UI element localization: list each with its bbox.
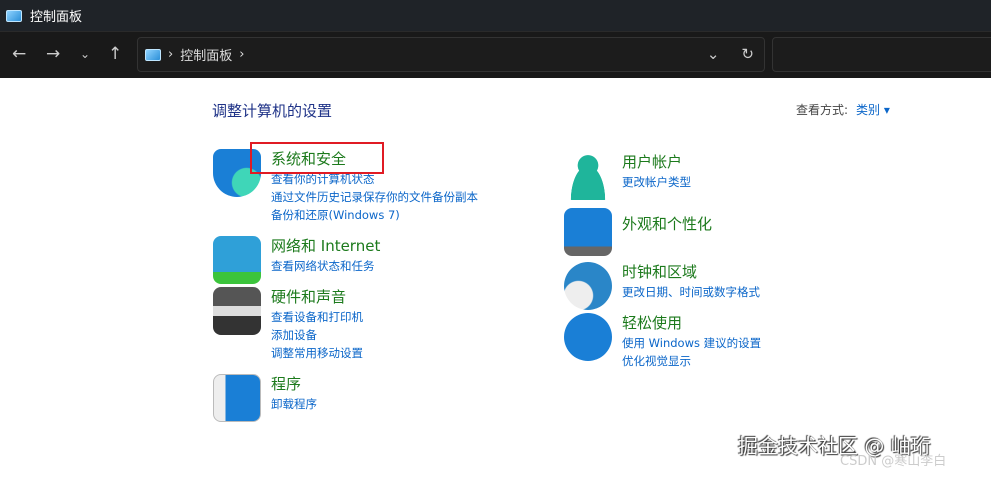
category-link[interactable]: 备份和还原(Windows 7) xyxy=(271,206,478,224)
category-link[interactable]: 调整常用移动设置 xyxy=(271,344,363,362)
category-title[interactable]: 用户帐户 xyxy=(622,152,691,172)
category-link[interactable]: 添加设备 xyxy=(271,326,363,344)
view-by-label: 查看方式: xyxy=(796,103,849,117)
title-bar: 控制面板 xyxy=(0,0,991,31)
category-link[interactable]: 查看设备和打印机 xyxy=(271,308,363,326)
chevron-right-icon: › xyxy=(168,47,174,62)
clock-globe-icon xyxy=(564,262,612,310)
back-icon[interactable]: ← xyxy=(12,44,26,64)
category-clock-region: 时钟和区域 更改日期、时间或数字格式 xyxy=(564,262,760,310)
category-title[interactable]: 时钟和区域 xyxy=(622,262,760,282)
navigation-bar: ← → ⌄ ↑ › 控制面板 › ⌄ ↻ xyxy=(0,31,991,78)
window-title: 控制面板 xyxy=(30,10,83,25)
breadcrumb-control-panel[interactable]: 控制面板 xyxy=(180,45,232,64)
appearance-icon xyxy=(564,208,612,256)
category-title[interactable]: 轻松使用 xyxy=(622,313,761,333)
forward-icon[interactable]: → xyxy=(46,44,60,64)
accessibility-icon xyxy=(564,313,612,361)
category-hardware-sound: 硬件和声音 查看设备和打印机 添加设备 调整常用移动设置 xyxy=(213,287,363,362)
category-ease-of-access: 轻松使用 使用 Windows 建议的设置 优化视觉显示 xyxy=(564,313,761,370)
up-icon[interactable]: ↑ xyxy=(108,44,122,64)
category-link[interactable]: 卸载程序 xyxy=(271,395,317,413)
category-title[interactable]: 外观和个性化 xyxy=(622,214,712,234)
control-panel-icon xyxy=(145,48,161,61)
control-panel-icon xyxy=(6,9,22,22)
category-title[interactable]: 程序 xyxy=(271,374,317,394)
highlight-box xyxy=(250,142,384,174)
user-icon xyxy=(564,152,612,200)
chevron-down-icon[interactable]: ⌄ xyxy=(707,45,720,63)
network-icon xyxy=(213,236,261,284)
view-by: 查看方式: 类别 ▾ xyxy=(796,101,890,118)
printer-icon xyxy=(213,287,261,335)
category-appearance: 外观和个性化 xyxy=(564,208,712,256)
category-link[interactable]: 通过文件历史记录保存你的文件备份副本 xyxy=(271,188,478,206)
chevron-right-icon[interactable]: › xyxy=(239,47,244,62)
view-by-dropdown[interactable]: 类别 ▾ xyxy=(856,103,890,117)
category-title[interactable]: 硬件和声音 xyxy=(271,287,363,307)
category-link[interactable]: 更改日期、时间或数字格式 xyxy=(622,283,760,301)
category-link[interactable]: 优化视觉显示 xyxy=(622,352,761,370)
refresh-icon[interactable]: ↻ xyxy=(741,45,754,63)
category-user-accounts: 用户帐户 更改帐户类型 xyxy=(564,152,691,200)
search-input[interactable] xyxy=(772,37,991,72)
category-link[interactable]: 查看网络状态和任务 xyxy=(271,257,380,275)
recent-chevron-icon[interactable]: ⌄ xyxy=(80,47,90,61)
category-network: 网络和 Internet 查看网络状态和任务 xyxy=(213,236,380,284)
category-title[interactable]: 网络和 Internet xyxy=(271,236,380,256)
category-link[interactable]: 使用 Windows 建议的设置 xyxy=(622,334,761,352)
category-link[interactable]: 更改帐户类型 xyxy=(622,173,691,191)
watermark: CSDN @寒山李白 xyxy=(840,454,947,469)
programs-icon xyxy=(213,374,261,422)
category-programs: 程序 卸载程序 xyxy=(213,374,317,422)
page-title: 调整计算机的设置 xyxy=(212,102,333,120)
address-bar[interactable]: › 控制面板 › ⌄ ↻ xyxy=(137,37,765,72)
